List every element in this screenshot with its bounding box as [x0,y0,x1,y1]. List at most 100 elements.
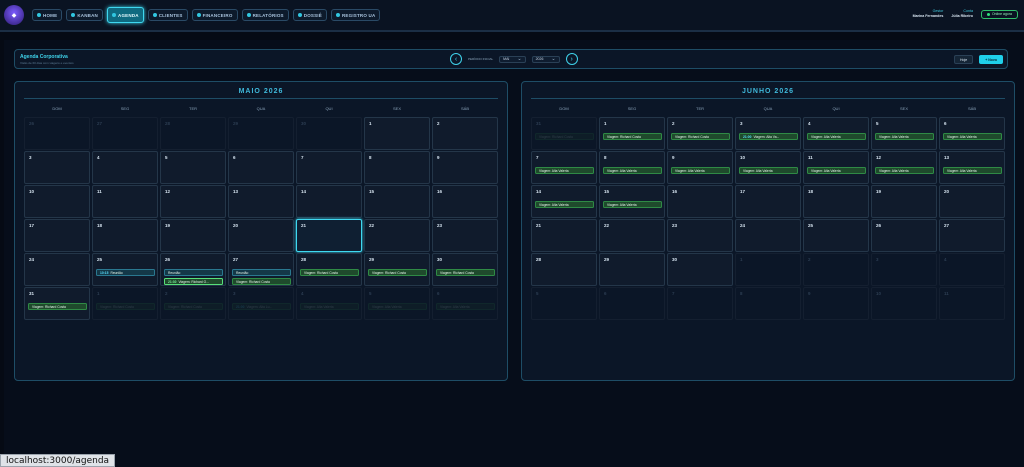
nav-agenda[interactable]: AGENDA [107,7,144,23]
calendar-day[interactable]: 2 Viagem: Richard Costa [160,287,226,320]
nav-registro-ua[interactable]: REGISTRO UA [330,9,381,21]
calendar-day[interactable]: 27 Reunião Viagem: Richard Costa [228,253,294,286]
calendar-day[interactable]: 3 [871,253,937,286]
calendar-day[interactable]: 27 [92,117,158,150]
calendar-day[interactable]: 7 Viagem: Alta Valerta [531,151,597,184]
calendar-day[interactable]: 10 Viagem: Alta Valerta [735,151,801,184]
calendar-event[interactable]: Viagem: Alta Valerta [535,167,594,174]
calendar-day[interactable]: 26 Reunião 21:30 Viagem: Richard O... [160,253,226,286]
nav-dossiê[interactable]: DOSSIÊ [292,9,327,21]
calendar-day[interactable]: 28 [160,117,226,150]
calendar-day[interactable]: 10 [24,185,90,218]
calendar-day[interactable]: 24 [24,253,90,286]
calendar-day[interactable]: 5 [160,151,226,184]
calendar-day[interactable]: 4 Viagem: Alta Valerta [803,117,869,150]
calendar-event[interactable]: Viagem: Alta Valerta [943,167,1002,174]
calendar-day[interactable]: 24 [735,219,801,252]
month-select[interactable]: MAI ⌄ [499,55,526,63]
calendar-day[interactable]: 14 [296,185,362,218]
calendar-event[interactable]: Viagem: Richard Costa [535,133,594,140]
chevron-right-icon[interactable]: › [565,53,578,65]
calendar-day[interactable]: 6 [599,287,665,320]
calendar-event[interactable]: Viagem: Alta Valerta [739,167,798,174]
calendar-day[interactable]: 5 [531,287,597,320]
calendar-day[interactable]: 6 [228,151,294,184]
calendar-day[interactable]: 12 Viagem: Alta Valerta [871,151,937,184]
app-logo[interactable]: ◆ [4,5,24,25]
calendar-day[interactable]: 26 [24,117,90,150]
calendar-day[interactable]: 21 [531,219,597,252]
calendar-event[interactable]: Viagem: Alta Valerta [807,167,866,174]
calendar-day[interactable]: 25 10:15 Reunião [92,253,158,286]
calendar-day[interactable]: 28 Viagem: Richard Costa [296,253,362,286]
calendar-day[interactable]: 9 [432,151,498,184]
nav-kanban[interactable]: KANBAN [66,9,104,21]
nav-clientes[interactable]: CLIENTES [147,9,188,21]
chevron-left-icon[interactable]: ‹ [450,53,462,65]
calendar-day[interactable]: 19 [160,219,226,252]
calendar-event[interactable]: Viagem: Richard Costa [300,269,359,276]
calendar-day[interactable]: 10 [871,287,937,320]
calendar-event[interactable]: Viagem: Alta Valerta [875,167,934,174]
calendar-event[interactable]: Viagem: Alta Valerta [535,201,594,208]
calendar-event[interactable]: Viagem: Richard Costa [671,133,730,140]
calendar-event[interactable]: Viagem: Alta Valerta [943,133,1002,140]
calendar-day[interactable]: 8 [364,151,430,184]
calendar-event[interactable]: 21:30 Viagem: Richard O... [164,278,223,285]
calendar-day[interactable]: 16 [432,185,498,218]
calendar-event[interactable]: Viagem: Richard Costa [232,278,291,285]
calendar-event[interactable]: Viagem: Richard Costa [96,303,155,310]
calendar-day[interactable]: 4 Viagem: Alta Valerta [296,287,362,320]
calendar-day[interactable]: 3 21:00 Viagem: Alta Lu... [228,287,294,320]
calendar-day[interactable]: 13 [228,185,294,218]
calendar-event[interactable]: Viagem: Alta Valerta [436,303,495,310]
calendar-event[interactable]: 21:00 Viagem: Alta Lu... [232,303,291,310]
calendar-day[interactable]: 20 [939,185,1005,218]
calendar-day[interactable]: 27 [939,219,1005,252]
calendar-day[interactable]: 14 Viagem: Alta Valerta [531,185,597,218]
calendar-event[interactable]: Viagem: Alta Valerta [603,201,662,208]
calendar-event[interactable]: Viagem: Alta Valerta [875,133,934,140]
today-button[interactable]: Hoje [954,55,974,64]
calendar-day[interactable]: 31 Viagem: Richard Costa [24,287,90,320]
calendar-event[interactable]: Viagem: Alta Valerta [671,167,730,174]
calendar-event[interactable]: Viagem: Richard Costa [164,303,223,310]
calendar-day[interactable]: 1 [735,253,801,286]
nav-financeiro[interactable]: FINANCEIRO [191,9,238,21]
calendar-day[interactable]: 1 Viagem: Richard Costa [599,117,665,150]
calendar-day[interactable]: 2 Viagem: Richard Costa [667,117,733,150]
calendar-day[interactable]: 2 [803,253,869,286]
calendar-day[interactable]: 30 Viagem: Richard Costa [432,253,498,286]
calendar-day[interactable]: 17 [735,185,801,218]
calendar-day[interactable]: 6 Viagem: Alta Valerta [432,287,498,320]
year-select[interactable]: 2026 ⌄ [531,55,560,63]
calendar-event[interactable]: Reunião [232,269,291,276]
calendar-event[interactable]: Viagem: Alta Valerta [368,303,427,310]
calendar-day[interactable]: 1 [364,117,430,150]
calendar-day[interactable]: 19 [871,185,937,218]
calendar-day[interactable]: 5 Viagem: Alta Valerta [871,117,937,150]
calendar-day[interactable]: 4 [939,253,1005,286]
calendar-day[interactable]: 29 [599,253,665,286]
calendar-day[interactable]: 28 [531,253,597,286]
calendar-day[interactable]: 23 [667,219,733,252]
calendar-event[interactable]: 10:15 Reunião [96,269,155,276]
calendar-event[interactable]: Viagem: Richard Costa [368,269,427,276]
calendar-day[interactable]: 12 [160,185,226,218]
calendar-day[interactable]: 11 [939,287,1005,320]
calendar-day[interactable]: 5 Viagem: Alta Valerta [364,287,430,320]
calendar-day[interactable]: 30 [296,117,362,150]
calendar-day[interactable]: 22 [599,219,665,252]
calendar-day[interactable]: 11 Viagem: Alta Valerta [803,151,869,184]
calendar-day[interactable]: 3 [24,151,90,184]
calendar-day[interactable]: 18 [803,185,869,218]
calendar-event[interactable]: Reunião [164,269,223,276]
calendar-day[interactable]: 13 Viagem: Alta Valerta [939,151,1005,184]
calendar-day[interactable]: 7 [296,151,362,184]
calendar-event[interactable]: Viagem: Richard Costa [436,269,495,276]
calendar-day[interactable]: 23 [432,219,498,252]
calendar-day[interactable]: 8 [735,287,801,320]
calendar-day[interactable]: 15 [364,185,430,218]
calendar-event[interactable]: Viagem: Alta Valerta [300,303,359,310]
new-event-button[interactable]: + Novo [979,55,1003,64]
